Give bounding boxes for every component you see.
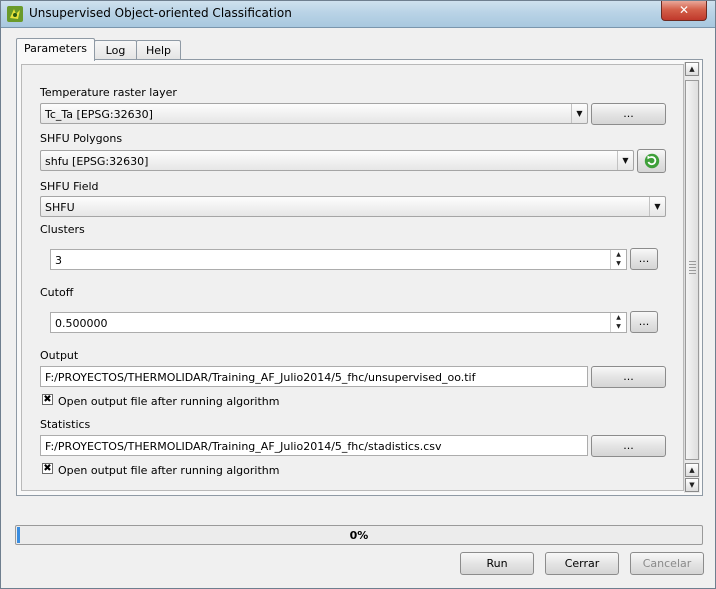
clusters-value: 3 — [55, 254, 62, 267]
grip-icon — [689, 261, 696, 275]
shfu-polygons-value: shfu [EPSG:32630] — [45, 155, 149, 168]
cutoff-value: 0.500000 — [55, 317, 108, 330]
chevron-down-icon: ▼ — [617, 151, 633, 170]
open-statistics-label: Open output file after running algorithm — [58, 464, 280, 477]
statistics-path-value: F:/PROYECTOS/THERMOLIDAR/Training_AF_Jul… — [45, 440, 442, 453]
statistics-browse-button[interactable]: ... — [591, 435, 666, 457]
refresh-icon — [644, 153, 659, 169]
window-title: Unsupervised Object-oriented Classificat… — [29, 6, 292, 20]
window-close-button[interactable]: ✕ — [661, 1, 707, 21]
output-browse-button[interactable]: ... — [591, 366, 666, 388]
cutoff-browse-button[interactable]: ... — [630, 311, 658, 333]
scroll-down-icon[interactable]: ▼ — [685, 478, 699, 492]
dialog-window: Unsupervised Object-oriented Classificat… — [0, 0, 716, 589]
cutoff-label: Cutoff — [40, 286, 74, 299]
parameters-pane: Temperature raster layer Tc_Ta [EPSG:326… — [16, 59, 703, 496]
scroll-up-icon[interactable]: ▲ — [685, 62, 699, 76]
statistics-label: Statistics — [40, 418, 91, 431]
close-button[interactable]: Cerrar — [545, 552, 619, 575]
cancel-button[interactable]: Cancelar — [630, 552, 704, 575]
tab-help[interactable]: Help — [136, 40, 181, 60]
shfu-polygons-select[interactable]: shfu [EPSG:32630] ▼ — [40, 150, 634, 171]
clusters-spinbox[interactable]: 3 ▲ ▼ — [50, 249, 627, 270]
cutoff-stepper[interactable]: ▲ ▼ — [610, 313, 626, 332]
clusters-stepper[interactable]: ▲ ▼ — [610, 250, 626, 269]
temperature-raster-select[interactable]: Tc_Ta [EPSG:32630] ▼ — [40, 103, 588, 124]
open-output-checkbox[interactable]: ✖ — [42, 394, 53, 405]
cutoff-spinbox[interactable]: 0.500000 ▲ ▼ — [50, 312, 627, 333]
shfu-polygons-label: SHFU Polygons — [40, 132, 123, 145]
shfu-field-value: SHFU — [45, 201, 75, 214]
vertical-scrollbar[interactable]: ▲ ▲ ▼ — [684, 62, 700, 493]
shfu-field-select[interactable]: SHFU ▼ — [40, 196, 666, 217]
scrollbar-thumb[interactable] — [685, 80, 699, 460]
qgis-icon — [7, 6, 23, 22]
statistics-path-input[interactable]: F:/PROYECTOS/THERMOLIDAR/Training_AF_Jul… — [40, 435, 588, 456]
temperature-raster-label: Temperature raster layer — [40, 86, 177, 99]
spin-up-icon[interactable]: ▲ — [611, 250, 626, 259]
spin-down-icon[interactable]: ▼ — [611, 259, 626, 268]
temperature-raster-value: Tc_Ta [EPSG:32630] — [45, 108, 153, 121]
temperature-raster-browse-button[interactable]: ... — [591, 103, 666, 125]
progress-text: 0% — [349, 529, 369, 542]
run-button[interactable]: Run — [460, 552, 534, 575]
progress-bar: 0% — [15, 525, 703, 545]
clusters-browse-button[interactable]: ... — [630, 248, 658, 270]
open-statistics-checkbox[interactable]: ✖ — [42, 463, 53, 474]
output-path-value: F:/PROYECTOS/THERMOLIDAR/Training_AF_Jul… — [45, 371, 476, 384]
open-output-label: Open output file after running algorithm — [58, 395, 280, 408]
parameters-scroll-area: Temperature raster layer Tc_Ta [EPSG:326… — [21, 64, 684, 491]
tab-parameters[interactable]: Parameters — [16, 38, 95, 61]
shfu-field-label: SHFU Field — [40, 180, 99, 193]
chevron-down-icon: ▼ — [571, 104, 587, 123]
scroll-up-icon[interactable]: ▲ — [685, 463, 699, 477]
tab-log[interactable]: Log — [94, 40, 137, 60]
close-icon: ✕ — [678, 3, 690, 17]
iterate-layer-button[interactable] — [637, 149, 666, 173]
spin-up-icon[interactable]: ▲ — [611, 313, 626, 322]
spin-down-icon[interactable]: ▼ — [611, 322, 626, 331]
chevron-down-icon: ▼ — [649, 197, 665, 216]
output-path-input[interactable]: F:/PROYECTOS/THERMOLIDAR/Training_AF_Jul… — [40, 366, 588, 387]
output-label: Output — [40, 349, 79, 362]
title-bar[interactable]: Unsupervised Object-oriented Classificat… — [1, 1, 715, 28]
clusters-label: Clusters — [40, 223, 85, 236]
